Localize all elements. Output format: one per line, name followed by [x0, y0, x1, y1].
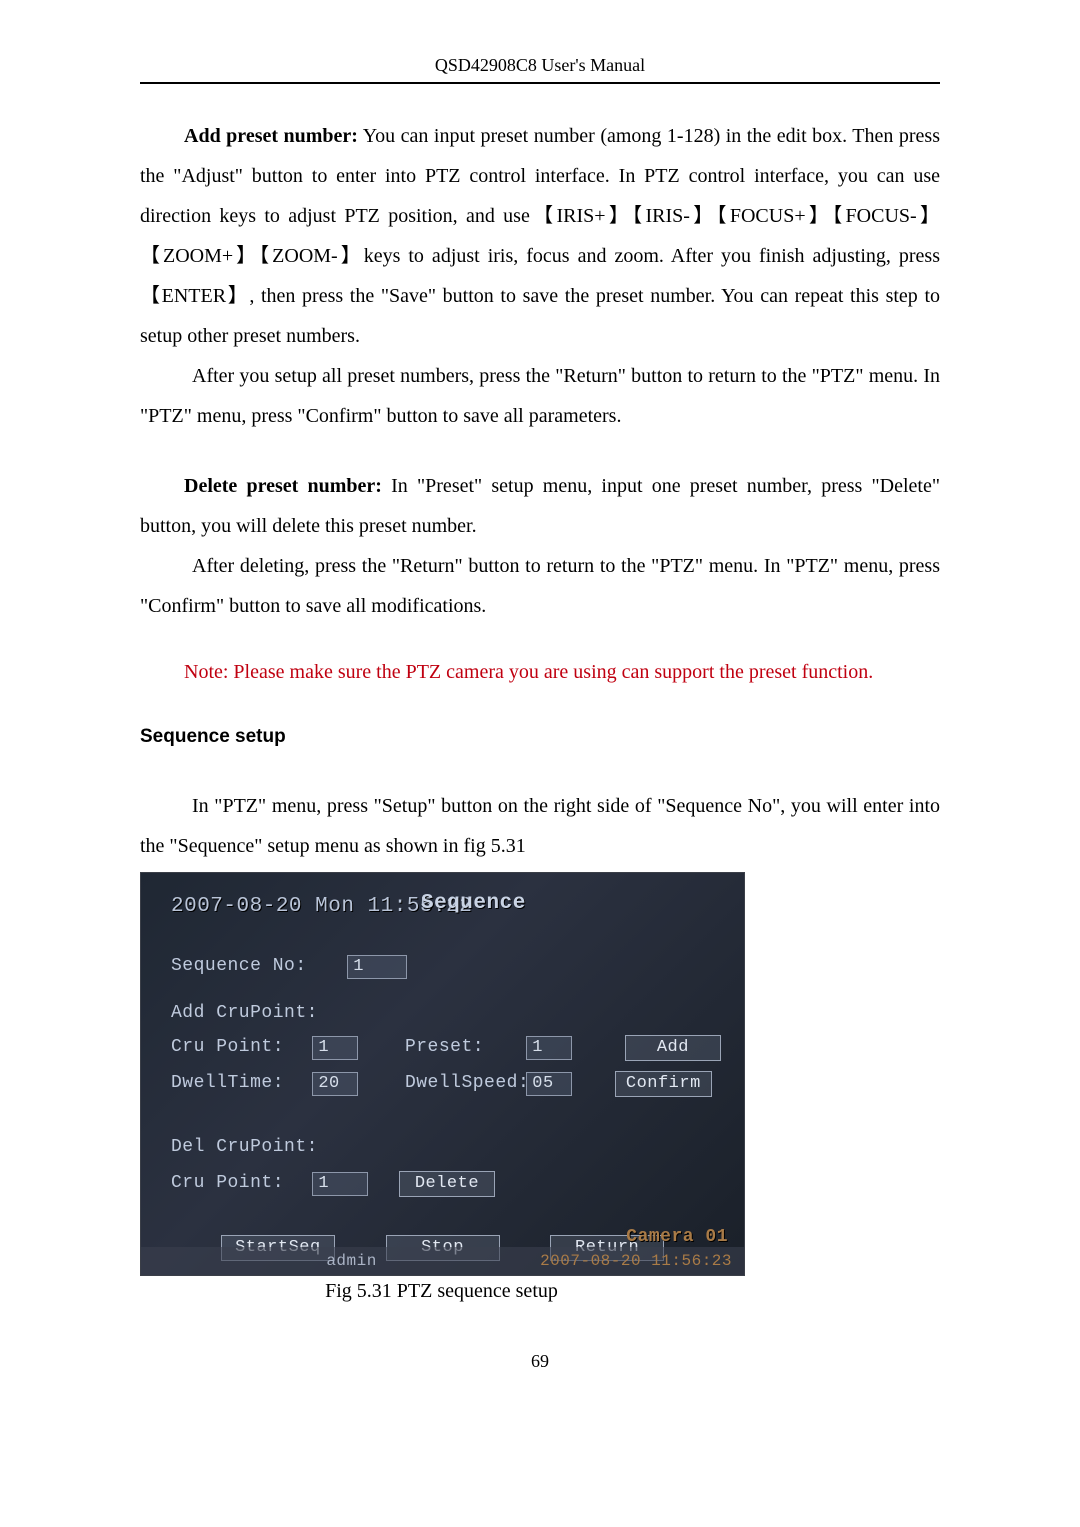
para1-text: You can input preset number (among 1-128… [140, 125, 940, 347]
para2-text: After you setup all preset numbers, pres… [140, 356, 940, 436]
delete-button[interactable]: Delete [399, 1171, 495, 1197]
label-del-cru-point: Cru Point: [171, 1173, 301, 1193]
label-preset: Preset: [405, 1037, 515, 1057]
figure-caption: Fig 5.31 PTZ sequence setup [140, 1280, 743, 1303]
page-number: 69 [140, 1351, 940, 1372]
camera-overlay-label: Camera 01 [626, 1227, 728, 1247]
input-del-cru-point[interactable]: 1 [312, 1172, 368, 1196]
note-red: Note: Please make sure the PTZ camera yo… [184, 652, 940, 692]
input-dwellspeed[interactable]: 05 [526, 1072, 572, 1096]
delete-preset-label: Delete preset number: [184, 475, 382, 497]
label-add-crupoint: Add CruPoint: [171, 1003, 318, 1023]
running-header: QSD42908C8 User's Manual [140, 55, 940, 82]
para4-text: After deleting, press the "Return" butto… [140, 546, 940, 626]
input-dwelltime[interactable]: 20 [312, 1072, 358, 1096]
osd-title: Sequence [421, 892, 526, 915]
input-sequence-no[interactable]: 1 [347, 955, 407, 979]
para5-text: In "PTZ" menu, press "Setup" button on t… [140, 786, 940, 866]
body-text: Add preset number: You can input preset … [140, 116, 940, 866]
input-preset[interactable]: 1 [526, 1036, 572, 1060]
label-sequence-no: Sequence No: [171, 956, 307, 976]
label-del-crupoint: Del CruPoint: [171, 1137, 318, 1157]
status-user: admin [326, 1252, 377, 1270]
status-datetime: 2007-08-20 11:56:23 [540, 1252, 732, 1270]
sequence-setup-screenshot: 2007-08-20 Mon 11:55:22 Sequence Sequenc… [140, 872, 745, 1276]
label-dwelltime: DwellTime: [171, 1073, 301, 1093]
sequence-setup-heading: Sequence setup [140, 718, 940, 756]
confirm-button[interactable]: Confirm [615, 1071, 712, 1097]
input-cru-point[interactable]: 1 [312, 1036, 358, 1060]
add-button[interactable]: Add [625, 1035, 721, 1061]
label-dwellspeed: DwellSpeed: [405, 1073, 515, 1093]
header-rule [140, 82, 940, 84]
label-cru-point: Cru Point: [171, 1037, 301, 1057]
status-bar: . admin 2007-08-20 11:56:23 [141, 1247, 744, 1275]
add-preset-label: Add preset number: [184, 125, 358, 147]
